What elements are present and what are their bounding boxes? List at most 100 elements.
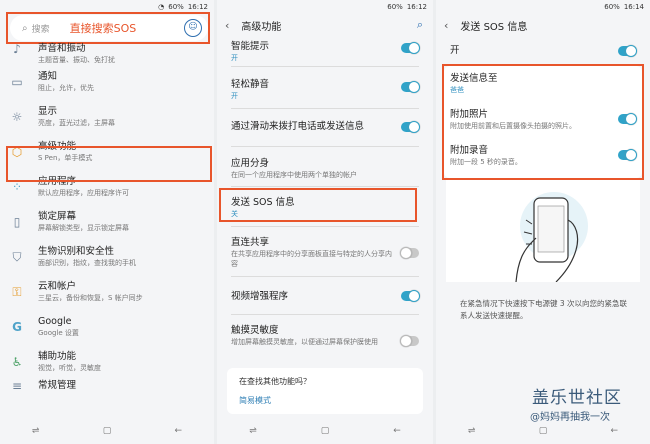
header: ‹ 高级功能 ⌕ [217,14,433,36]
recents-icon[interactable]: ⇌ [244,426,262,436]
back-icon[interactable]: ← [169,426,187,436]
accessibility-icon: ♿ [11,354,23,369]
toggle-switch[interactable] [401,81,420,93]
page-title: 发送 SOS 信息 [460,21,528,33]
setting-row[interactable]: 通过滑动来拨打电话或发送信息 [217,120,433,133]
item-title: 云和帐户 [38,281,77,292]
row-sub: 在共享应用程序中的分享面板直接与特定的人分享内容 [231,250,392,268]
item-sub: 三星云，备份和恢复，S 帐户同步 [38,294,143,302]
divider [231,186,419,187]
home-icon[interactable]: ▢ [316,426,334,436]
recents-icon[interactable]: ⇌ [463,426,481,436]
advanced-features-panel: 60% 16:12 ‹ 高级功能 ⌕ 智能提示 开 轻松静音 开 通过滑动来拨打… [217,0,433,444]
toggle-switch[interactable] [400,247,419,259]
item-sub: 阻止，允许，优先 [38,84,94,92]
toggle-switch[interactable] [401,42,420,54]
status-bar: 60% 16:12 [217,0,433,14]
list-item[interactable]: ▯ 锁定屏幕屏幕解锁类型，显示锁定屏幕 [0,204,214,239]
item-sub: 视觉，听觉，灵敏度 [38,364,101,372]
row-sub: 开 [231,54,238,62]
item-title: 通知 [38,71,58,82]
lock-screen-icon: ▯ [13,214,21,229]
google-icon: G [12,319,22,334]
setting-row[interactable]: 视频增强程序 [217,290,433,303]
highlight-search [6,12,210,44]
status-time: 16:12 [406,3,427,11]
home-icon[interactable]: ▢ [534,426,552,436]
highlight-sos-settings [442,64,644,180]
key-icon: ⚿ [12,284,22,299]
easy-mode-link[interactable]: 简易模式 [227,387,423,406]
home-icon[interactable]: ▢ [98,426,116,436]
item-title: 锁定屏幕 [38,211,77,222]
divider [231,226,419,227]
highlight-advanced [6,146,212,182]
item-sub: 主题音量、振动、免打扰 [38,56,115,64]
settings-list: ♪ 声音和振动 主题音量、振动、免打扰 ▭ 通知 阻止，允许，优先 ☼ 显示 亮度，蓝… [0,42,214,399]
item-sub: 默认应用程序，应用程序许可 [38,189,129,197]
list-item[interactable]: ♿ 辅助功能视觉，听觉，灵敏度 [0,344,214,379]
setting-row[interactable]: 应用分身 在同一个应用程序中使用两个单独的帐户 [217,157,433,180]
general-management-icon: ≡ [11,379,23,393]
row-title: 应用分身 [231,158,270,169]
list-item[interactable]: ▭ 通知阻止，允许，优先 [0,64,214,99]
settings-panel: ◔ 60% 16:12 ⌕ 搜索 直接搜索SOS ☺ ♪ 声音和振动 主题音量、振… [0,0,214,444]
divider [231,314,419,315]
setting-row[interactable]: 触摸灵敏度 增加屏幕触摸灵敏度，以便通过屏幕保护膜使用 [217,324,433,347]
setting-row[interactable]: 直连共享 在共享应用程序中的分享面板直接与特定的人分享内容 [217,236,433,269]
divider [231,108,419,109]
toggle-switch[interactable] [401,290,420,302]
row-sub: 在同一个应用程序中使用两个单独的帐户 [231,171,357,179]
item-title: 常规管理 [38,380,77,391]
list-item[interactable]: ⚿ 云和帐户三星云，备份和恢复，S 帐户同步 [0,274,214,309]
list-item[interactable]: ☼ 显示 亮度，蓝光过滤，主屏幕 [0,99,214,134]
suggestion-card: 在查找其他功能吗？ 简易模式 [227,368,423,414]
shield-icon: ⛉ [12,249,22,264]
divider [231,66,419,67]
list-item[interactable]: G Google Google 设置 [0,309,214,344]
list-item[interactable]: ♪ 声音和振动 主题音量、振动、免打扰 [0,42,214,64]
list-item[interactable]: ≡ 常规管理 [0,379,214,399]
phone-screen [537,205,565,253]
card-title: 在查找其他功能吗？ [239,377,311,386]
watermark-title: 盖乐世社区 [532,388,622,408]
back-icon[interactable]: ‹ [225,19,229,32]
back-icon[interactable]: ‹ [444,19,448,32]
item-title: Google [38,316,72,327]
master-switch-row[interactable]: 开 [436,44,650,57]
item-title: 辅助功能 [38,351,77,362]
battery-level: 60% [387,3,403,11]
list-item[interactable]: ⛉ 生物识别和安全性面部识别，指纹，查找我的手机 [0,239,214,274]
sound-icon: ♪ [13,42,21,56]
item-title: 生物识别和安全性 [38,246,115,257]
toggle-switch[interactable] [400,335,419,347]
back-icon[interactable]: ← [605,426,623,436]
item-sub: 面部识别，指纹，查找我的手机 [38,259,136,267]
watermark-author: @妈妈再抽我一次 [530,412,610,423]
notification-icon: ▭ [11,74,23,89]
header: ‹ 发送 SOS 信息 [436,14,650,36]
item-sub: 屏幕解锁类型，显示锁定屏幕 [38,224,129,232]
highlight-sos [219,188,417,222]
battery-level: 60% [168,3,184,11]
sos-panel: 60% 16:14 ‹ 发送 SOS 信息 开 发送信息至 爸爸 附加照片 附加… [436,0,650,444]
status-bar: 60% 16:14 [436,0,650,14]
search-icon[interactable]: ⌕ [417,18,423,32]
recents-icon[interactable]: ⇌ [27,426,45,436]
setting-row[interactable]: 轻松静音 开 [217,78,433,101]
sos-description: 在紧急情况下快速按下电源键 3 次以向您的紧急联系人发送快速提醒。 [460,299,628,320]
item-title: 显示 [38,106,58,117]
back-icon[interactable]: ← [388,426,406,436]
toggle-switch[interactable] [401,121,420,133]
status-time: 16:14 [623,3,644,11]
item-sub: Google 设置 [38,329,79,337]
hand-phone-illustration [515,192,588,283]
illustration [446,180,640,283]
item-sub: 亮度，蓝光过滤，主屏幕 [38,119,115,127]
setting-row[interactable]: 智能提示 开 [217,40,433,63]
row-title: 触摸灵敏度 [231,325,279,336]
battery-level: 60% [604,3,620,11]
wifi-icon: ◔ [158,3,165,11]
master-toggle[interactable] [618,45,637,57]
page-title: 高级功能 [241,21,282,33]
